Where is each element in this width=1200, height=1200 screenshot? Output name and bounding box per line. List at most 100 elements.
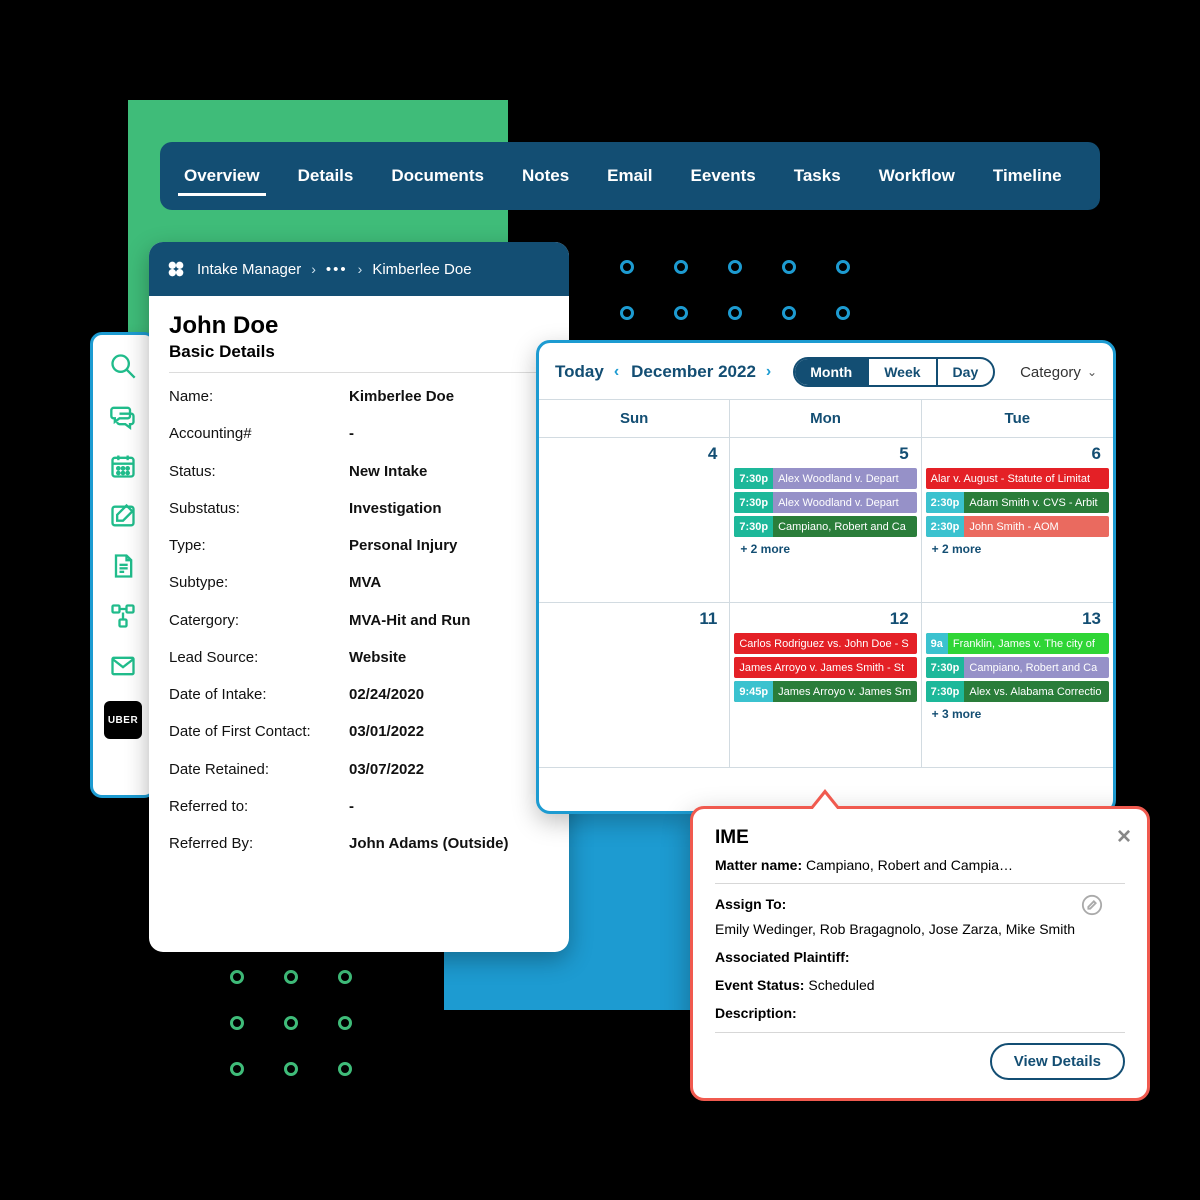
chat-icon[interactable]	[108, 401, 138, 431]
tab-email[interactable]: Email	[591, 148, 668, 204]
intake-header: Intake Manager › ••• › Kimberlee Doe	[149, 242, 569, 296]
calendar-cell[interactable]: 139aFranklin, James v. The city of7:30pC…	[922, 603, 1113, 768]
event-title: Campiano, Robert and Ca	[773, 521, 917, 533]
calendar-cell[interactable]: 12 Carlos Rodriguez vs. John Doe - S James…	[730, 603, 921, 768]
detail-row: Lead Source:Website	[169, 646, 549, 669]
calendar-prev-button[interactable]: ‹	[614, 363, 619, 381]
assign-label: Assign To:	[715, 896, 786, 912]
calendar-today-button[interactable]: Today	[555, 362, 604, 382]
calendar-view-segment: Month Week Day	[793, 357, 995, 387]
detail-label: Status:	[169, 460, 349, 483]
calendar-event[interactable]: 7:30pCampiano, Robert and Ca	[926, 657, 1109, 678]
calendar-cell[interactable]: 6Alar v. August - Statute of Limitat2:30…	[922, 438, 1113, 603]
more-events-link[interactable]: + 2 more	[734, 540, 916, 558]
tab-events[interactable]: Eevents	[675, 148, 772, 204]
event-title: Adam Smith v. CVS - Arbit	[964, 497, 1109, 509]
intake-person-name: John Doe	[169, 312, 549, 340]
calendar-event[interactable]: 9:45pJames Arroyo v. James Sm	[734, 681, 916, 702]
tab-details[interactable]: Details	[282, 148, 370, 204]
calendar-event[interactable]: 9aFranklin, James v. The city of	[926, 633, 1109, 654]
detail-label: Lead Source:	[169, 646, 349, 669]
close-icon[interactable]: ×	[1117, 823, 1131, 851]
event-title: Carlos Rodriguez vs. John Doe - S	[734, 638, 916, 650]
tab-workflow[interactable]: Workflow	[863, 148, 971, 204]
detail-label: Referred By:	[169, 832, 349, 855]
day-number: 12	[734, 603, 916, 633]
calendar-event[interactable]: James Arroyo v. James Smith - St	[734, 657, 916, 678]
detail-row: Catergory:MVA-Hit and Run	[169, 609, 549, 632]
category-select[interactable]: Category ⌄	[1020, 364, 1097, 381]
detail-label: Name:	[169, 385, 349, 408]
view-day[interactable]: Day	[938, 359, 994, 385]
detail-row: Accounting#-	[169, 422, 549, 445]
tab-overview[interactable]: Overview	[168, 148, 276, 204]
compose-icon[interactable]	[108, 501, 138, 531]
event-title: John Smith - AOM	[964, 521, 1109, 533]
day-number: 11	[543, 603, 725, 633]
detail-value: -	[349, 795, 354, 818]
calendar-event[interactable]: 7:30pAlex vs. Alabama Correctio	[926, 681, 1109, 702]
chevron-right-icon: ›	[358, 261, 363, 277]
search-icon[interactable]	[108, 351, 138, 381]
category-label: Category	[1020, 364, 1081, 381]
calendar-next-button[interactable]: ›	[766, 363, 771, 381]
tab-tasks[interactable]: Tasks	[778, 148, 857, 204]
calendar-month-label: December 2022	[631, 362, 756, 382]
detail-label: Type:	[169, 534, 349, 557]
status-label: Event Status:	[715, 977, 804, 993]
tab-timeline[interactable]: Timeline	[977, 148, 1078, 204]
tab-documents[interactable]: Documents	[375, 148, 500, 204]
detail-row: Date Retained:03/07/2022	[169, 758, 549, 781]
calendar-cell[interactable]: 57:30pAlex Woodland v. Depart7:30pAlex W…	[730, 438, 921, 603]
event-title: James Arroyo v. James Smith - St	[734, 662, 916, 674]
breadcrumb-ellipsis[interactable]: •••	[326, 261, 348, 278]
detail-row: Date of Intake:02/24/2020	[169, 683, 549, 706]
detail-row: Name:Kimberlee Doe	[169, 385, 549, 408]
event-time: 7:30p	[926, 657, 965, 678]
popover-title: IME	[715, 827, 1125, 849]
calendar-event[interactable]: Carlos Rodriguez vs. John Doe - S	[734, 633, 916, 654]
document-icon[interactable]	[108, 551, 138, 581]
detail-value: 03/07/2022	[349, 758, 424, 781]
day-number: 5	[734, 438, 916, 468]
plaintiff-label: Associated Plaintiff:	[715, 949, 850, 965]
calendar-event[interactable]: 7:30pAlex Woodland v. Depart	[734, 492, 916, 513]
calendar-event[interactable]: 2:30pAdam Smith v. CVS - Arbit	[926, 492, 1109, 513]
tab-notes[interactable]: Notes	[506, 148, 585, 204]
view-month[interactable]: Month	[795, 359, 869, 385]
event-time: 7:30p	[734, 492, 773, 513]
event-title: Campiano, Robert and Ca	[964, 662, 1109, 674]
event-time: 7:30p	[734, 468, 773, 489]
workflow-icon[interactable]	[108, 601, 138, 631]
detail-value: 03/01/2022	[349, 720, 424, 743]
edit-icon[interactable]	[1081, 894, 1103, 916]
calendar-cell[interactable]: 11	[539, 603, 730, 768]
detail-row: Substatus:Investigation	[169, 497, 549, 520]
more-events-link[interactable]: + 2 more	[926, 540, 1109, 558]
uber-tile[interactable]: UBER	[104, 701, 142, 739]
mail-icon[interactable]	[108, 651, 138, 681]
assign-value: Emily Wedinger, Rob Bragagnolo, Jose Zar…	[715, 921, 1075, 937]
detail-row: Referred to:-	[169, 795, 549, 818]
top-nav: Overview Details Documents Notes Email E…	[160, 142, 1100, 210]
calendar-event[interactable]: 2:30pJohn Smith - AOM	[926, 516, 1109, 537]
calendar-cell[interactable]: 4	[539, 438, 730, 603]
detail-label: Date of First Contact:	[169, 720, 349, 743]
intake-title: Intake Manager	[197, 261, 301, 278]
calendar-event[interactable]: 7:30pCampiano, Robert and Ca	[734, 516, 916, 537]
calendar-icon[interactable]	[108, 451, 138, 481]
detail-label: Subtype:	[169, 571, 349, 594]
detail-label: Date Retained:	[169, 758, 349, 781]
view-details-button[interactable]: View Details	[990, 1043, 1125, 1080]
day-number: 4	[543, 438, 725, 468]
calendar-event[interactable]: Alar v. August - Statute of Limitat	[926, 468, 1109, 489]
detail-value: John Adams (Outside)	[349, 832, 508, 855]
event-title: Alar v. August - Statute of Limitat	[926, 473, 1109, 485]
matter-value: Campiano, Robert and Campia…	[806, 857, 1013, 873]
detail-row: Type:Personal Injury	[169, 534, 549, 557]
calendar-event[interactable]: 7:30pAlex Woodland v. Depart	[734, 468, 916, 489]
more-events-link[interactable]: + 3 more	[926, 705, 1109, 723]
popover-tail	[809, 789, 841, 809]
view-week[interactable]: Week	[869, 359, 937, 385]
detail-value: Personal Injury	[349, 534, 457, 557]
